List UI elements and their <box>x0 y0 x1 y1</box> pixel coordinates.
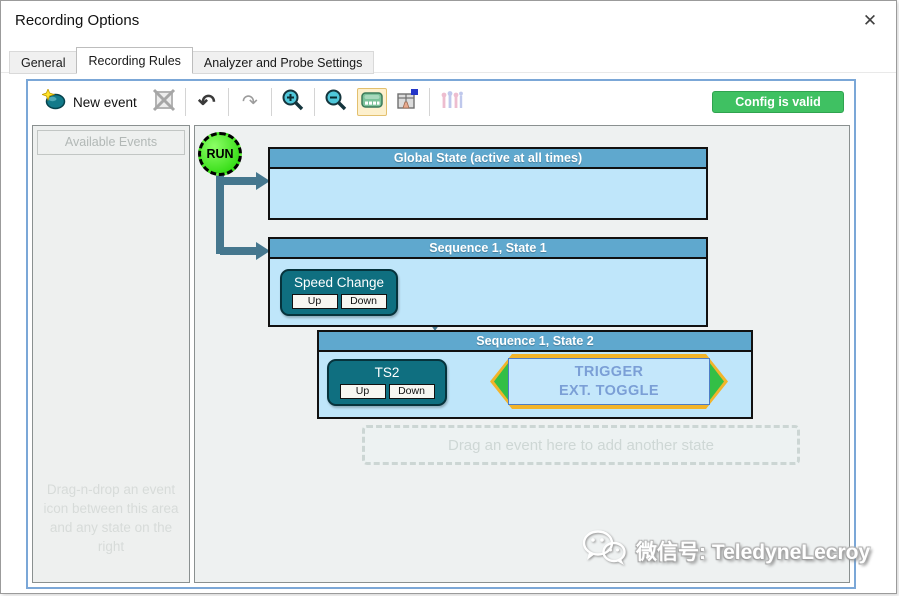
redo-button[interactable]: ↷ <box>237 88 263 116</box>
zoom-out-button[interactable] <box>323 88 349 116</box>
tab-general[interactable]: General <box>9 51 78 74</box>
trigger-line1: TRIGGER <box>574 363 644 380</box>
analyzer-icon <box>439 90 463 115</box>
event-speed-change[interactable]: Speed Change Up Down <box>280 269 398 316</box>
speed-change-up-button[interactable]: Up <box>291 294 338 309</box>
title-bar: Recording Options ✕ <box>1 1 896 41</box>
tab-strip: General Recording Rules Analyzer and Pro… <box>9 47 375 74</box>
zoom-in-button[interactable] <box>280 88 306 116</box>
ts2-down-button[interactable]: Down <box>388 384 435 399</box>
trigger-label: TRIGGER EXT. TOGGLE <box>508 358 710 405</box>
properties-icon <box>396 88 420 116</box>
state-global[interactable]: Global State (active at all times) <box>268 147 708 220</box>
drag-drop-hint: Drag-n-drop an event icon between this a… <box>43 482 179 554</box>
toolbar-separator <box>270 88 272 116</box>
state-seq2-title: Sequence 1, State 2 <box>319 332 751 352</box>
event-speed-change-label: Speed Change <box>293 275 385 290</box>
window-title: Recording Options <box>15 12 140 29</box>
state-global-title: Global State (active at all times) <box>270 149 706 169</box>
available-events-header: Available Events <box>37 130 185 155</box>
properties-button[interactable] <box>395 88 421 116</box>
event-ts2[interactable]: TS2 Up Down <box>327 359 447 406</box>
undo-icon: ↶ <box>197 90 216 114</box>
zoom-out-icon <box>324 88 347 116</box>
rules-diagram-canvas[interactable]: RUN Global State (active at all times) S… <box>194 125 850 583</box>
ts2-up-button[interactable]: Up <box>339 384 386 399</box>
analyzer-button[interactable] <box>438 88 464 116</box>
available-events-panel: Available Events Drag-n-drop an event ic… <box>32 125 190 583</box>
undo-button[interactable]: ↶ <box>194 88 220 116</box>
toolbar-separator <box>184 88 186 116</box>
recording-options-dialog: Recording Options ✕ General Recording Ru… <box>0 0 897 594</box>
tab-analyzer-probe-settings[interactable]: Analyzer and Probe Settings <box>191 51 375 74</box>
recorder-icon <box>361 91 383 113</box>
speed-change-down-button[interactable]: Down <box>340 294 387 309</box>
toolbar: New event ↶ ↷ Config is valid <box>28 81 854 123</box>
toolbar-separator <box>227 88 229 116</box>
new-event-icon <box>40 87 66 115</box>
redo-icon: ↷ <box>241 91 258 113</box>
toolbar-separator <box>313 88 315 116</box>
trigger-action[interactable]: TRIGGER EXT. TOGGLE <box>490 354 728 409</box>
delete-event-icon <box>152 88 176 117</box>
add-state-dropzone[interactable]: Drag an event here to add another state <box>362 425 800 465</box>
tab-recording-rules[interactable]: Recording Rules <box>76 47 193 74</box>
config-status-badge: Config is valid <box>712 91 844 113</box>
recording-rules-panel: New event ↶ ↷ Config is valid Available … <box>26 79 856 589</box>
recorder-panel-button[interactable] <box>356 88 387 116</box>
state-seq1-title: Sequence 1, State 1 <box>270 239 706 259</box>
event-ts2-label: TS2 <box>374 365 400 380</box>
add-state-hint: Drag an event here to add another state <box>447 436 714 454</box>
delete-event-button[interactable] <box>151 88 177 116</box>
trigger-line2: EXT. TOGGLE <box>558 382 659 399</box>
new-event-label: New event <box>73 94 137 110</box>
toolbar-separator <box>428 88 430 116</box>
zoom-in-icon <box>281 88 304 116</box>
run-badge: RUN <box>198 132 242 176</box>
new-event-button[interactable]: New event <box>40 87 137 116</box>
close-icon[interactable]: ✕ <box>858 9 882 33</box>
